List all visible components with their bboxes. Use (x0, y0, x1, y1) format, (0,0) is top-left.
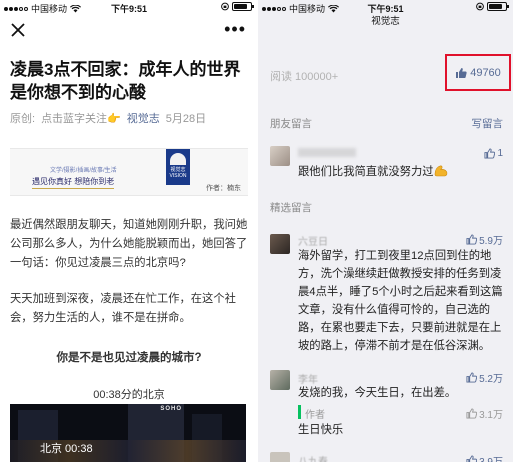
wifi-icon (70, 4, 82, 12)
article-like-button[interactable]: 49760 (445, 54, 511, 91)
status-right (221, 2, 254, 11)
thumbs-up-icon (456, 67, 467, 78)
original-label: 原创: (10, 113, 36, 125)
reply-text: 生日快乐 (298, 424, 344, 436)
lock-icon (476, 2, 484, 11)
account-link[interactable]: 视觉志 (127, 110, 160, 126)
close-icon[interactable] (10, 22, 26, 38)
article-title: 凌晨3点不回家：成年人的世界是你想不到的心酸 (10, 60, 241, 102)
publish-date: 5月28日 (165, 113, 207, 125)
avatar[interactable] (270, 234, 290, 254)
comment-like-count: 5.2万 (479, 374, 503, 385)
thumbs-up-icon (466, 372, 478, 383)
video-label: 北京 00:38 (40, 443, 93, 455)
carrier-signal: 中国移动 (4, 2, 82, 15)
carrier-name: 中国移动 (31, 4, 68, 14)
status-bar: 中国移动 下午9:51 (0, 0, 258, 15)
article-meta: 原创: 点击蓝字关注👉 视觉志 5月28日 (10, 110, 206, 126)
read-count: 阅读 100000+ (270, 71, 339, 83)
commenter-name: 六豆日 (298, 237, 328, 248)
write-comment-link[interactable]: 写留言 (472, 116, 504, 131)
banner-author: 作者：楠东 (206, 185, 241, 192)
more-icon[interactable]: ••• (224, 20, 246, 38)
author-reply-marker (298, 405, 301, 419)
comment-like-count: 1 (497, 148, 503, 159)
comment-text: 发烧的我，今天生日，在出差。 (298, 387, 457, 399)
app-name: 视觉志 (371, 16, 400, 27)
battery-icon (232, 2, 254, 11)
status-right (476, 2, 509, 11)
nav-bar: ••• (0, 16, 258, 46)
thumbs-up-icon (466, 234, 478, 245)
article-banner: 文学/摄影/插画/故事/生活 遇见你真好 想陪你到老 视觉志 VISION 作者… (10, 148, 248, 196)
comment-like-button[interactable]: 5.2万 (466, 370, 503, 385)
banner-slogan: 遇见你真好 想陪你到老 (32, 176, 115, 189)
blurred-name (298, 148, 356, 157)
comment-like-button[interactable]: 5.9万 (466, 232, 503, 247)
article-pane: 中国移动 下午9:51 ••• 凌晨3点不回家：成年人的世界是你想不到的心酸 原… (0, 0, 258, 462)
paragraph-1: 最近偶然跟朋友聊天，知道她刚刚升职，我问她公司那么多人，为什么她能脱颖而出，她回… (10, 219, 248, 269)
comment-like-button[interactable]: 1 (484, 148, 503, 159)
comment-like-button[interactable]: 3.9万 (466, 453, 503, 462)
muscle-emoji-icon (434, 165, 447, 177)
reply-like-count: 3.1万 (479, 410, 503, 421)
thumbs-up-icon (484, 148, 496, 159)
reply-like-button[interactable]: 3.1万 (466, 406, 503, 421)
status-time: 下午9:51 (111, 4, 148, 14)
comment-text: 跟他们比我简直就没努力过 (298, 163, 503, 181)
comment-like-count: 3.9万 (479, 453, 503, 462)
subheading-question: 你是不是也见过凌晨的城市? (56, 352, 202, 364)
avatar[interactable] (270, 452, 290, 462)
banner-tags: 文学/摄影/插画/故事/生活 (50, 168, 117, 174)
paragraph-2: 天天加班到深夜，凌晨还在忙工作，在这个社会，努力生活的人，谁不是在拼命。 (10, 293, 236, 324)
city-night-video[interactable]: SOHO 北京 00:38 (10, 404, 246, 462)
battery-icon (487, 2, 509, 11)
avatar[interactable] (270, 146, 290, 166)
friends-comments-title: 朋友留言 (270, 118, 312, 130)
reply-author: 作者 (305, 410, 325, 421)
comment-like-count: 5.9万 (479, 236, 503, 247)
thumbs-up-icon (466, 455, 478, 462)
selected-comments-title: 精选留言 (270, 202, 312, 214)
comment-body: 跟他们比我简直就没努力过 (298, 166, 434, 178)
screenshot-root: 中国移动 下午9:51 ••• 凌晨3点不回家：成年人的世界是你想不到的心酸 原… (0, 0, 513, 462)
avatar[interactable] (270, 370, 290, 390)
thumbs-up-icon (466, 408, 478, 419)
image-caption: 00:38分的北京 (93, 389, 165, 401)
lock-icon (221, 2, 229, 11)
comments-pane: 中国移动 下午9:51 视觉志 阅读 100000+ 49760 朋友留言 写留… (258, 0, 513, 462)
signal-icon (4, 6, 28, 11)
like-count: 49760 (470, 66, 501, 79)
building-sign: SOHO (160, 406, 182, 412)
commenter-name: 八九春 (298, 453, 328, 462)
vision-logo: 视觉志 VISION (166, 149, 190, 185)
comment-text: 海外留学，打工到夜里12点回到住的地方，洗个澡继续赶做教授安排的任务到凌晨4点半… (298, 250, 503, 352)
follow-link[interactable]: 点击蓝字关注👉 (41, 110, 121, 126)
